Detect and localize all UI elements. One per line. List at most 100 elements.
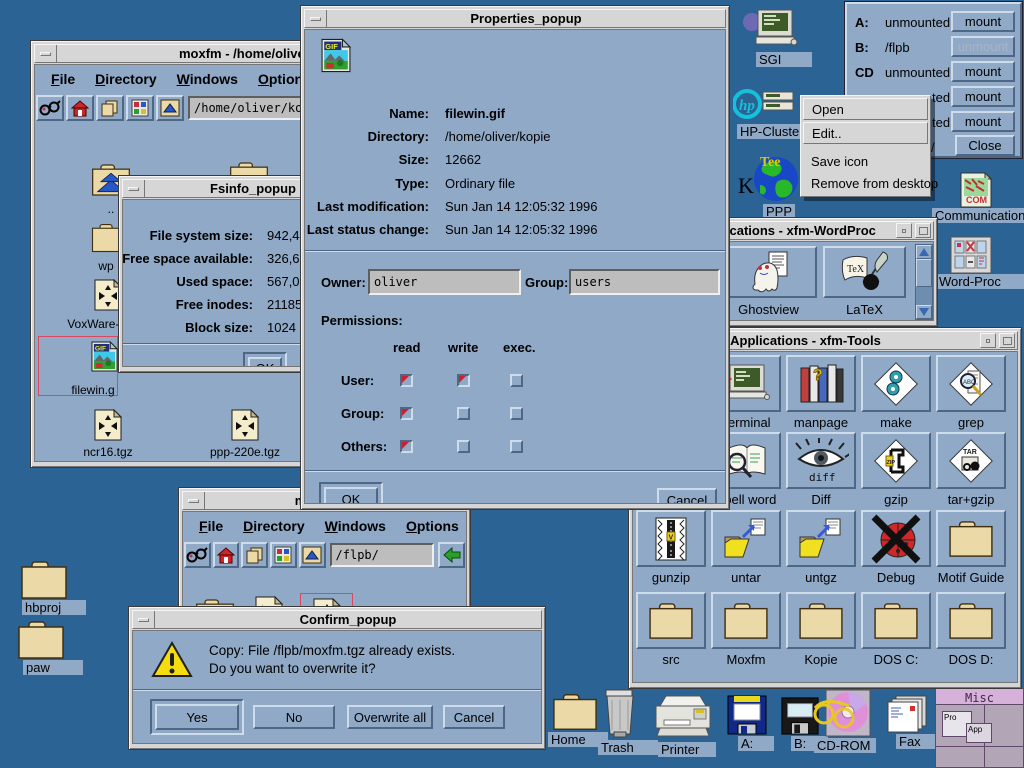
- minimize-button[interactable]: [133, 611, 155, 628]
- apps-button[interactable]: [126, 95, 154, 121]
- minimize-button[interactable]: [305, 10, 327, 27]
- minimize-button[interactable]: [183, 492, 205, 509]
- checkbox-user-read[interactable]: [400, 374, 413, 387]
- desktop-icon-floppy-a[interactable]: A:: [726, 694, 774, 751]
- app-kopie-folder[interactable]: [786, 592, 856, 649]
- checkbox-user-write[interactable]: [457, 374, 470, 387]
- checkbox-others-read[interactable]: [400, 440, 413, 453]
- app-ghostview[interactable]: [720, 246, 817, 298]
- desktop-icon-printer[interactable]: Printer: [650, 692, 716, 757]
- mount-button-4[interactable]: mount: [951, 86, 1015, 107]
- app-src[interactable]: [636, 592, 706, 649]
- properties-titlebar[interactable]: Properties_popup: [304, 9, 726, 28]
- updir-button[interactable]: [299, 542, 326, 568]
- app-dos-c-folder[interactable]: [861, 592, 931, 649]
- app-untar[interactable]: [711, 510, 781, 567]
- file-item-ncr16[interactable]: [94, 409, 122, 441]
- app-make[interactable]: [861, 355, 931, 412]
- copy-button[interactable]: [96, 95, 124, 121]
- mount-button-a[interactable]: mount: [951, 11, 1015, 32]
- misc-window[interactable]: Misc Pro App: [935, 688, 1024, 768]
- home-button[interactable]: [213, 542, 240, 568]
- app-diff[interactable]: diff: [786, 432, 856, 489]
- menu-item-remove[interactable]: Remove from desktop: [803, 172, 928, 194]
- menu-directory[interactable]: Directory: [233, 514, 314, 538]
- app-gunzip[interactable]: V: [636, 510, 706, 567]
- minimize-button[interactable]: [35, 45, 57, 62]
- misc-titlebar[interactable]: Misc: [936, 689, 1023, 705]
- desktop-icon-ppp[interactable]: Tee K PPP: [738, 155, 808, 221]
- copy-button[interactable]: [241, 542, 268, 568]
- checkbox-others-exec[interactable]: [510, 440, 523, 453]
- minimize-button[interactable]: [123, 180, 145, 197]
- owner-field[interactable]: oliver: [368, 269, 521, 295]
- desktop-icon-paw[interactable]: paw: [13, 620, 83, 675]
- ok-button[interactable]: OK: [248, 357, 282, 367]
- checkbox-group-read[interactable]: [400, 407, 413, 420]
- trash-icon: [600, 688, 640, 740]
- desktop-icon-word-proc[interactable]: Word-Proc: [936, 236, 1024, 289]
- menu-item-edit[interactable]: Edit..: [803, 122, 928, 144]
- app-tar-gzip[interactable]: TAR: [936, 432, 1006, 489]
- mount-button-cd[interactable]: mount: [951, 61, 1015, 82]
- checkbox-others-write[interactable]: [457, 440, 470, 453]
- cancel-button[interactable]: Cancel: [443, 705, 505, 729]
- confirm-titlebar[interactable]: Confirm_popup: [132, 610, 542, 629]
- no-button[interactable]: No: [253, 705, 335, 729]
- scroll-down-arrow[interactable]: [916, 305, 932, 319]
- menu-item-open[interactable]: Open: [803, 98, 928, 120]
- wordproc-scrollbar[interactable]: [915, 244, 933, 320]
- diff-eye-icon: diff: [793, 437, 849, 485]
- checkbox-group-write[interactable]: [457, 407, 470, 420]
- app-latex[interactable]: TeX: [823, 246, 906, 298]
- home-button[interactable]: [66, 95, 94, 121]
- misc-tile-2[interactable]: App: [966, 723, 992, 743]
- checkbox-group-exec[interactable]: [510, 407, 523, 420]
- debug-bug-icon: [870, 513, 922, 565]
- app-moxfm-folder[interactable]: [711, 592, 781, 649]
- desktop-icon-cdrom[interactable]: CD-ROM: [810, 688, 876, 753]
- app-gzip[interactable]: ZIP: [861, 432, 931, 489]
- search-button[interactable]: [184, 542, 211, 568]
- iconify-button[interactable]: [980, 333, 996, 348]
- app-manpage[interactable]: ?: [786, 355, 856, 412]
- mount-button-5[interactable]: mount: [951, 111, 1015, 132]
- desktop-icon-fax[interactable]: Fax: [886, 694, 936, 749]
- desktop-icon-sgi[interactable]: SGI: [742, 8, 812, 67]
- app-untgz[interactable]: [786, 510, 856, 567]
- menu-windows[interactable]: Windows: [167, 67, 248, 91]
- ok-button[interactable]: OK: [324, 487, 378, 504]
- app-grep[interactable]: ABC: [936, 355, 1006, 412]
- yes-button[interactable]: Yes: [155, 704, 239, 730]
- desktop-icon-hbproj[interactable]: hbproj: [16, 560, 86, 615]
- maximize-button[interactable]: [999, 333, 1015, 348]
- cancel-button[interactable]: Cancel: [657, 488, 717, 504]
- desktop-icon-trash[interactable]: Trash: [598, 688, 658, 755]
- file-item-ppp220e[interactable]: [231, 409, 259, 441]
- menu-file[interactable]: File: [41, 67, 85, 91]
- menu-file[interactable]: File: [189, 514, 233, 538]
- close-button[interactable]: Close: [955, 135, 1015, 156]
- overwrite-all-button[interactable]: Overwrite all: [347, 705, 433, 729]
- group-field[interactable]: users: [569, 269, 720, 295]
- app-dos-d-folder[interactable]: [936, 592, 1006, 649]
- scroll-thumb[interactable]: [916, 259, 932, 287]
- menu-windows[interactable]: Windows: [315, 514, 396, 538]
- moxfm2-path-field[interactable]: /flpb/: [330, 543, 435, 567]
- desktop-icon-communication[interactable]: COM Communication: [932, 172, 1024, 223]
- apps-button[interactable]: [270, 542, 297, 568]
- file-item-filewin[interactable]: GIF: [91, 341, 118, 372]
- iconify-button[interactable]: [896, 223, 912, 238]
- app-motif-guide[interactable]: [936, 510, 1006, 567]
- checkbox-user-exec[interactable]: [510, 374, 523, 387]
- updir-button[interactable]: [156, 95, 184, 121]
- menu-item-save-icon[interactable]: Save icon: [803, 150, 928, 172]
- app-debug[interactable]: [861, 510, 931, 567]
- back-button[interactable]: [438, 542, 465, 568]
- search-button[interactable]: [36, 95, 64, 121]
- menu-options[interactable]: Options: [396, 514, 467, 538]
- unmount-button-b[interactable]: unmount: [951, 36, 1015, 57]
- scroll-up-arrow[interactable]: [916, 245, 932, 259]
- maximize-button[interactable]: [915, 223, 931, 238]
- menu-directory[interactable]: Directory: [85, 67, 166, 91]
